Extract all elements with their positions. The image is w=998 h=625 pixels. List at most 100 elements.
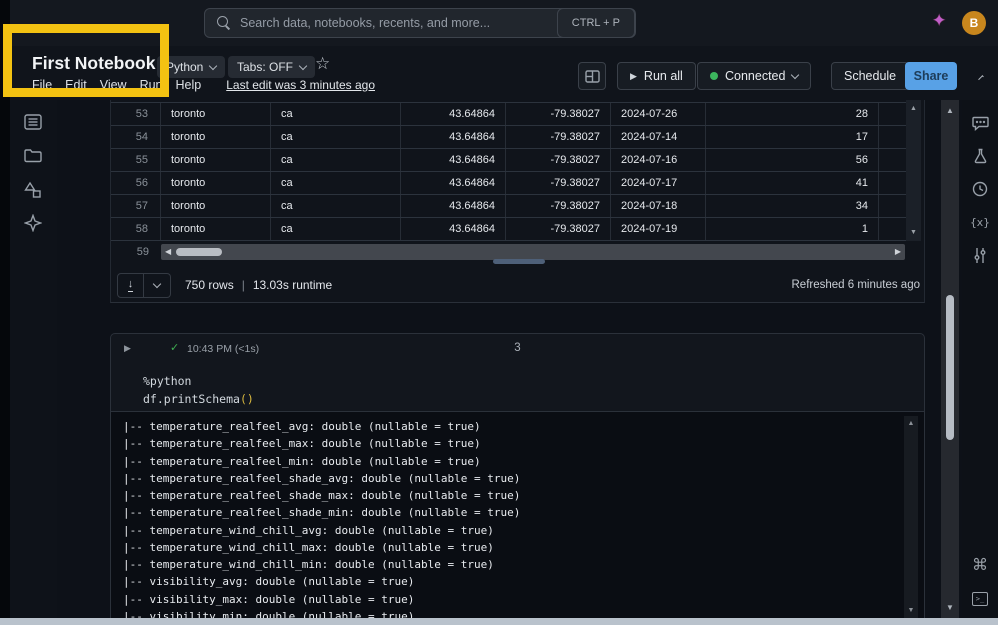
cell-date: 2024-07-14 bbox=[611, 126, 706, 148]
cell-city: toronto bbox=[161, 172, 271, 194]
table-row[interactable]: 56 toronto ca 43.64864 -79.38027 2024-07… bbox=[111, 172, 906, 195]
schema-line: |-- temperature_realfeel_shade_min: doub… bbox=[111, 504, 924, 521]
scroll-right-icon[interactable]: ▶ bbox=[895, 247, 901, 256]
page-scrollbar-thumb[interactable] bbox=[946, 295, 954, 440]
table-row[interactable]: 53 toronto ca 43.64864 -79.38027 2024-07… bbox=[111, 103, 906, 126]
cell-lat: 43.64864 bbox=[401, 172, 506, 194]
run-all-button[interactable]: ▶ Run all bbox=[617, 62, 696, 90]
cell-lat: 43.64864 bbox=[401, 149, 506, 171]
table-row[interactable]: 58 toronto ca 43.64864 -79.38027 2024-07… bbox=[111, 218, 906, 241]
cell-city: toronto bbox=[161, 218, 271, 240]
table-row[interactable]: 57 toronto ca 43.64864 -79.38027 2024-07… bbox=[111, 195, 906, 218]
magic-command: %python bbox=[143, 374, 191, 388]
code-text: df.printSchema bbox=[143, 392, 240, 406]
cluster-status-button[interactable]: Connected bbox=[697, 62, 811, 90]
scroll-up-icon[interactable]: ▲ bbox=[906, 105, 921, 112]
share-button[interactable]: Share bbox=[905, 62, 957, 90]
schema-line: |-- temperature_wind_chill_avg: double (… bbox=[111, 522, 924, 539]
cell-value: 1 bbox=[706, 218, 879, 240]
hscroll-thumb[interactable] bbox=[176, 248, 222, 256]
cell-country: ca bbox=[271, 149, 401, 171]
window-bottom-edge bbox=[0, 618, 998, 625]
schema-line: |-- visibility_avg: double (nullable = t… bbox=[111, 573, 924, 590]
table-row[interactable]: 55 toronto ca 43.64864 -79.38027 2024-07… bbox=[111, 149, 906, 172]
sidebar-item-catalog[interactable] bbox=[24, 181, 43, 200]
sidebar-item-folder[interactable] bbox=[24, 148, 43, 167]
settings-panel-button[interactable] bbox=[971, 246, 989, 264]
cell-lat: 43.64864 bbox=[401, 103, 506, 125]
table-vertical-scrollbar[interactable]: ▲ ▼ bbox=[906, 100, 921, 241]
schema-line: |-- temperature_wind_chill_max: double (… bbox=[111, 539, 924, 556]
code-editor[interactable]: %python df.printSchema() bbox=[143, 372, 254, 408]
history-clock-icon bbox=[972, 181, 988, 197]
schema-line: |-- temperature_wind_chill_min: double (… bbox=[111, 556, 924, 573]
cell-country: ca bbox=[271, 195, 401, 217]
result-table-cell: 53 toronto ca 43.64864 -79.38027 2024-07… bbox=[110, 100, 925, 303]
cell-value: 28 bbox=[706, 103, 879, 125]
download-button[interactable]: ↓ bbox=[117, 273, 144, 298]
row-index: 57 bbox=[111, 195, 161, 217]
download-options-button[interactable] bbox=[144, 273, 171, 298]
cell-city: toronto bbox=[161, 149, 271, 171]
scroll-up-icon[interactable]: ▲ bbox=[941, 106, 959, 115]
table-horizontal-scrollbar[interactable]: ◀ ▶ bbox=[161, 244, 905, 260]
cell-city: toronto bbox=[161, 126, 271, 148]
page-scrollbar[interactable]: ▲ ▼ bbox=[941, 100, 959, 618]
chevron-up-icon bbox=[978, 75, 984, 81]
cell-value: 56 bbox=[706, 149, 879, 171]
variables-panel-button[interactable]: {x} bbox=[971, 213, 989, 231]
assistant-sparkle-icon[interactable]: ✦ bbox=[932, 11, 946, 31]
search-icon bbox=[217, 16, 231, 30]
variables-icon: {x} bbox=[970, 216, 990, 229]
search-input[interactable]: Search data, notebooks, recents, and mor… bbox=[204, 8, 636, 38]
comments-panel-button[interactable] bbox=[971, 114, 989, 132]
sidebar-item-assistant[interactable] bbox=[24, 214, 43, 233]
menu-help[interactable]: Help bbox=[176, 78, 202, 92]
share-label: Share bbox=[914, 69, 949, 83]
scroll-down-icon[interactable]: ▼ bbox=[904, 607, 918, 614]
output-scrollbar[interactable]: ▲ ▼ bbox=[904, 416, 918, 618]
row-index: 59 bbox=[111, 246, 161, 258]
left-sidebar bbox=[10, 100, 57, 618]
scroll-down-icon[interactable]: ▼ bbox=[941, 603, 959, 612]
cell-lon: -79.38027 bbox=[506, 126, 611, 148]
cell-output: |-- temperature_realfeel_avg: double (nu… bbox=[111, 411, 924, 625]
download-split-button: ↓ bbox=[117, 273, 171, 298]
history-panel-button[interactable] bbox=[971, 180, 989, 198]
cell-date: 2024-07-16 bbox=[611, 149, 706, 171]
code-paren: () bbox=[240, 392, 254, 406]
cell-value: 41 bbox=[706, 172, 879, 194]
terminal-button[interactable]: >_ bbox=[971, 590, 989, 608]
chevron-down-icon bbox=[153, 279, 161, 287]
avatar[interactable]: B bbox=[962, 11, 986, 35]
cell-value: 17 bbox=[706, 126, 879, 148]
shapes-icon bbox=[24, 181, 42, 198]
sidebar-item-toc[interactable] bbox=[24, 114, 43, 133]
tabs-toggle[interactable]: Tabs: OFF bbox=[228, 56, 315, 78]
scroll-down-icon[interactable]: ▼ bbox=[906, 229, 921, 236]
cell-number: 3 bbox=[111, 342, 924, 354]
row-index: 54 bbox=[111, 126, 161, 148]
layout-grid-button[interactable] bbox=[578, 62, 606, 90]
shortcuts-button[interactable]: ⌘ bbox=[971, 556, 989, 574]
schema-line: |-- visibility_max: double (nullable = t… bbox=[111, 591, 924, 608]
cell-lon: -79.38027 bbox=[506, 218, 611, 240]
experiments-panel-button[interactable] bbox=[971, 147, 989, 165]
play-icon: ▶ bbox=[630, 71, 637, 82]
table-row[interactable]: 54 toronto ca 43.64864 -79.38027 2024-07… bbox=[111, 126, 906, 149]
cell-country: ca bbox=[271, 172, 401, 194]
folder-icon bbox=[24, 148, 42, 163]
cell-country: ca bbox=[271, 103, 401, 125]
cell-date: 2024-07-19 bbox=[611, 218, 706, 240]
collapse-header-button[interactable] bbox=[968, 62, 994, 90]
cell-lat: 43.64864 bbox=[401, 126, 506, 148]
last-edit-link[interactable]: Last edit was 3 minutes ago bbox=[226, 78, 375, 92]
cell-empty bbox=[879, 149, 906, 171]
resize-drag-handle[interactable] bbox=[493, 259, 545, 264]
schema-line: |-- temperature_realfeel_shade_max: doub… bbox=[111, 487, 924, 504]
scroll-left-icon[interactable]: ◀ bbox=[165, 247, 171, 256]
scroll-up-icon[interactable]: ▲ bbox=[904, 420, 918, 427]
favorite-star-icon[interactable]: ☆ bbox=[315, 54, 330, 74]
schedule-button[interactable]: Schedule bbox=[831, 62, 909, 90]
row-index: 58 bbox=[111, 218, 161, 240]
